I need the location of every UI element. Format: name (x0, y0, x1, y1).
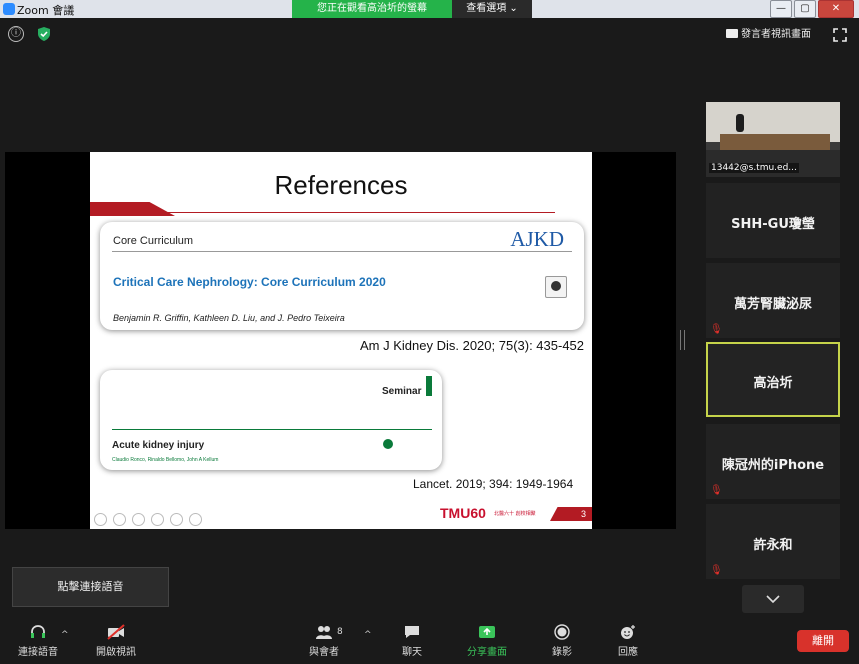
lancet-logo-icon (383, 439, 393, 449)
share-screen-button[interactable]: 分享畫面 (455, 614, 519, 658)
tmu-logo: TMU60 (440, 505, 486, 521)
reactions-button[interactable]: 回應 (596, 614, 660, 658)
next-slide-icon[interactable] (113, 513, 126, 526)
video-person (736, 114, 744, 132)
slide-page-number: 3 (550, 507, 592, 521)
fullscreen-icon[interactable] (833, 28, 847, 42)
maximize-button[interactable]: ▢ (794, 0, 816, 18)
zoom-app-icon (3, 3, 15, 15)
emoji-icon (621, 625, 635, 639)
ref1-title: Critical Care Nephrology: Core Curriculu… (113, 275, 386, 289)
participants-label: 與會者 (309, 647, 339, 658)
ref1-citation: Am J Kidney Dis. 2020; 75(3): 435-452 (360, 338, 585, 353)
participant-name: 萬芳腎臟泌尿 (733, 297, 812, 312)
slideshow-controls[interactable] (94, 511, 208, 526)
participants-options-caret[interactable]: ^ (364, 630, 372, 640)
join-audio-label: 連接語音 (18, 647, 58, 658)
record-button[interactable]: 錄影 (530, 614, 594, 658)
chat-label: 聊天 (402, 647, 422, 658)
view-options-button[interactable]: 查看選項 ⌄ (452, 0, 532, 18)
slide-accent-shape (90, 202, 175, 216)
record-label: 錄影 (552, 647, 572, 658)
chat-button[interactable]: 聊天 (380, 614, 444, 658)
participant-tile-active-speaker[interactable]: 高治圻 (706, 342, 840, 417)
headphones-icon (31, 625, 45, 638)
participant-tile[interactable]: SHH-GU瓊瑩 (706, 183, 840, 258)
participant-name: SHH-GU瓊瑩 (731, 217, 815, 232)
ref2-section-label: Seminar (382, 386, 422, 397)
ref2-citation: Lancet. 2019; 394: 1949-1964 (413, 477, 574, 491)
participant-tile[interactable]: 陳冠州的iPhone 🎙 (706, 424, 840, 499)
reactions-label: 回應 (618, 647, 638, 658)
chevron-down-icon (766, 595, 780, 604)
prev-slide-icon[interactable] (94, 513, 107, 526)
muted-mic-icon: 🎙 (710, 324, 723, 335)
share-screen-icon (479, 626, 495, 638)
viewing-banner: 您正在觀看高治圻的螢幕 (292, 0, 452, 18)
panel-splitter[interactable] (680, 330, 685, 350)
participant-name: 陳冠州的iPhone (721, 458, 825, 473)
speaker-view-button[interactable]: 發言者視訊畫面 (726, 26, 811, 44)
ref2-divider (112, 429, 432, 430)
participant-tile-video[interactable]: 13442@s.tmu.ed... (706, 102, 840, 177)
close-window-button[interactable]: ✕ (818, 0, 854, 18)
slides-icon[interactable] (151, 513, 164, 526)
ref2-authors: Claudio Ronco, Rinaldo Bellomo, John A K… (112, 457, 219, 463)
tmu-logo-subtitle: 北醫六十 創校相聚 (494, 511, 536, 517)
participants-icon (316, 626, 332, 639)
shield-icon[interactable] (36, 26, 52, 42)
slide-title-underline (115, 212, 555, 213)
participant-name: 高治圻 (753, 376, 793, 391)
ref2-title: Acute kidney injury (112, 440, 205, 451)
presentation-slide: References Core Curriculum AJKD Critical… (90, 152, 592, 529)
more-icon[interactable] (189, 513, 202, 526)
scroll-participants-down-button[interactable] (742, 585, 804, 613)
info-icon[interactable]: ⓘ (8, 26, 24, 42)
video-table (720, 134, 830, 150)
grid-view-icon (726, 29, 738, 38)
ref1-divider (112, 251, 572, 252)
pen-icon[interactable] (132, 513, 145, 526)
share-screen-label: 分享畫面 (467, 647, 507, 658)
record-icon (554, 624, 570, 640)
ref1-authors: Benjamin R. Griffin, Kathleen D. Liu, an… (113, 313, 345, 323)
zoom-icon[interactable] (170, 513, 183, 526)
slide-title: References (274, 170, 408, 200)
reference-card-lancet: Seminar Acute kidney injury Claudio Ronc… (100, 370, 442, 470)
meeting-toolbar: 連接語音 ^ 開啟視訊 與會者 8 ^ 聊天 分享畫面 錄影 回應 離開 (0, 614, 859, 664)
window-title: Zoom 會議 (17, 4, 75, 17)
start-video-label: 開啟視訊 (96, 647, 136, 658)
chat-icon (405, 626, 419, 638)
muted-mic-icon: 🎙 (710, 565, 723, 576)
leave-meeting-button[interactable]: 離開 (797, 630, 849, 652)
participant-tile[interactable]: 萬芳腎臟泌尿 🎙 (706, 263, 840, 338)
participant-count: 8 (337, 627, 343, 637)
start-video-button[interactable]: 開啟視訊 (84, 614, 148, 658)
ajkd-logo: AJKD (510, 227, 564, 251)
audio-options-caret[interactable]: ^ (61, 630, 69, 640)
participant-name: 13442@s.tmu.ed... (709, 163, 799, 173)
video-off-icon (107, 624, 125, 640)
reference-card-ajkd: Core Curriculum AJKD Critical Care Nephr… (100, 222, 584, 330)
lancet-accent-bar (426, 376, 432, 396)
speaker-view-label: 發言者視訊畫面 (741, 29, 811, 40)
participants-button[interactable]: 與會者 (292, 614, 356, 658)
check-for-updates-icon (545, 276, 567, 298)
join-audio-tooltip: 點擊連接語音 (12, 567, 169, 607)
muted-mic-icon: 🎙 (710, 485, 723, 496)
participant-tile[interactable]: 許永和 🎙 (706, 504, 840, 579)
minimize-button[interactable]: — (770, 0, 792, 18)
ref1-section-header: Core Curriculum (113, 235, 194, 247)
participant-name: 許永和 (753, 538, 793, 553)
